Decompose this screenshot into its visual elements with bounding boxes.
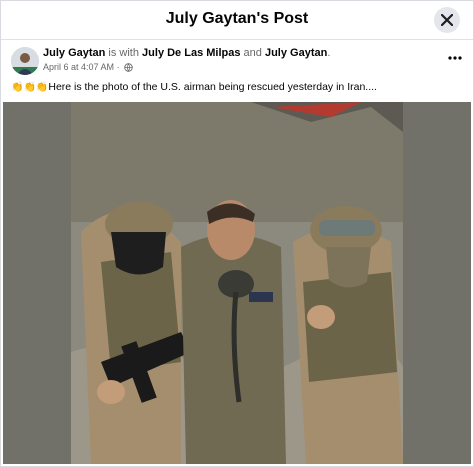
author-line: July Gaytan is with July De Las Milpas a… [43, 47, 331, 59]
tagged-user-1[interactable]: July De Las Milpas [142, 47, 240, 59]
post-meta: April 6 at 4:07 AM · [43, 62, 133, 72]
more-options-button[interactable] [444, 50, 466, 66]
post-photo [71, 102, 403, 464]
caption-text: Here is the photo of the U.S. airman bei… [48, 81, 377, 93]
and-text: and [243, 47, 262, 59]
clap-emojis: 👏👏👏 [11, 82, 49, 93]
avatar[interactable] [11, 47, 39, 75]
post-caption: 👏👏👏Here is the photo of the U.S. airman … [11, 81, 377, 93]
avatar-image [11, 47, 39, 75]
post-header: July Gaytan is with July De Las Milpas a… [11, 46, 466, 80]
dialog-title: July Gaytan's Post [165, 10, 309, 27]
close-button[interactable] [434, 7, 460, 33]
author-name[interactable]: July Gaytan [43, 47, 105, 59]
post-photo-frame[interactable] [3, 102, 471, 464]
meta-separator: · [116, 62, 120, 72]
post-dialog: July Gaytan's Post July Gaytan is with J… [0, 0, 474, 467]
post-date[interactable]: April 6 at 4:07 AM [43, 62, 114, 72]
tagged-user-2[interactable]: July Gaytan [265, 47, 327, 59]
close-icon [441, 14, 453, 26]
globe-icon [124, 63, 133, 72]
dialog-header: July Gaytan's Post [1, 1, 473, 40]
with-text: is with [108, 47, 139, 59]
more-options-icon [448, 56, 462, 60]
